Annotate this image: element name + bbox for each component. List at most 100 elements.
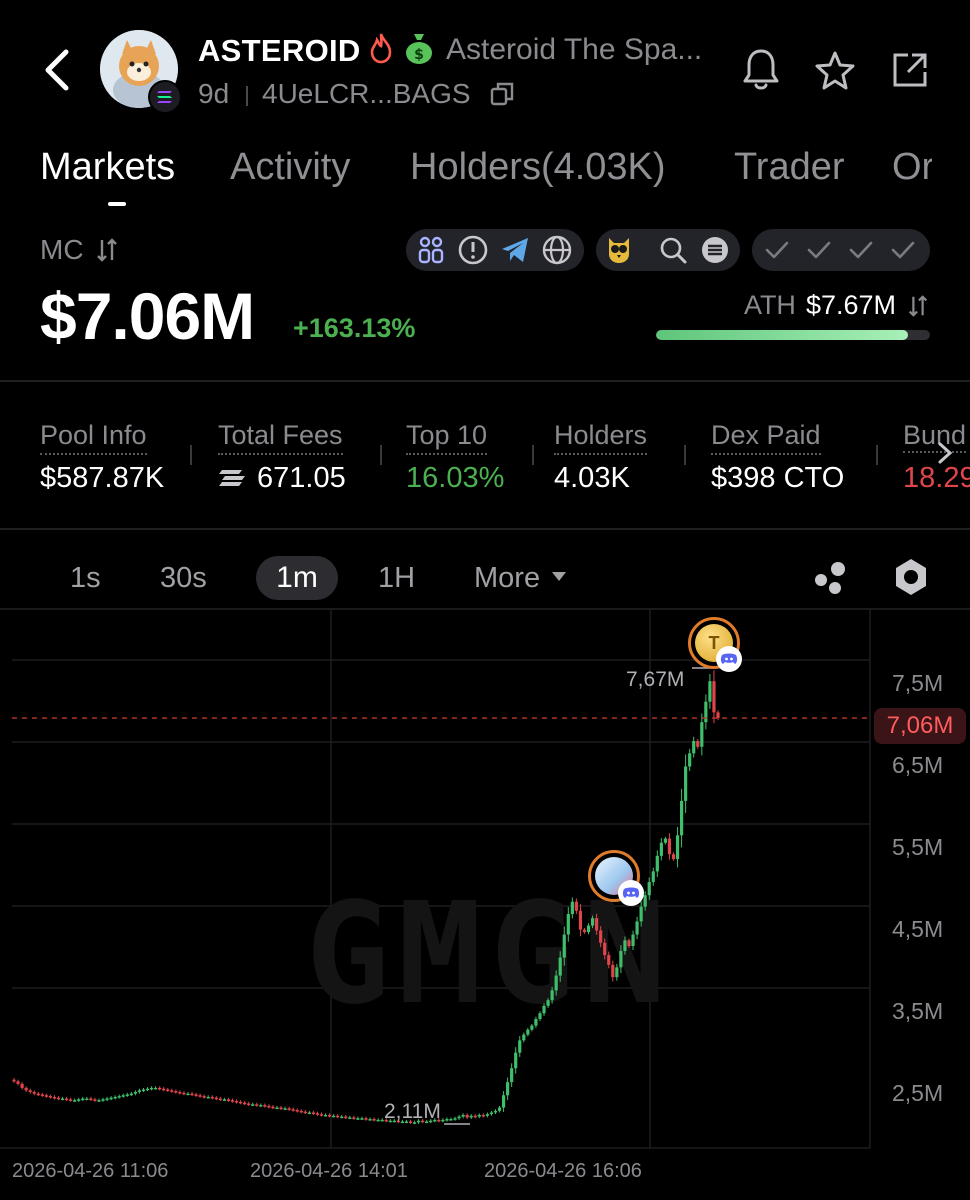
candle-body [619,950,623,968]
candle-body [271,1106,275,1109]
timeframe-1m-selected[interactable]: 1m [256,556,338,600]
candle-body [12,1079,16,1082]
tab-orders[interactable]: Or [892,146,932,192]
candle-body [145,1088,150,1091]
price-chart[interactable]: GMGN [0,610,970,1200]
timeframe-more-label: More [474,561,541,594]
candle-body [449,1119,453,1121]
y-axis-label: 3,5M [892,998,944,1024]
section-divider [0,380,970,382]
candle-body [558,957,562,976]
star-icon[interactable] [814,50,856,92]
share-icon[interactable] [890,50,930,90]
tab-activity[interactable]: Activity [230,146,350,189]
candle-body [489,1112,494,1115]
x-axis-label: 2026-04-26 14:01 [250,1160,408,1182]
candle-body [97,1100,101,1102]
candle-body [154,1087,158,1090]
candle-body [230,1100,235,1102]
candle-body [675,835,680,860]
candle-body [534,1019,538,1026]
candle-body [85,1098,89,1101]
candle-body [679,800,684,836]
discord-badge-icon [716,646,742,672]
candle-body [295,1110,299,1112]
token-fullname: Asteroid The Spa... [446,33,703,66]
indicators-icon[interactable] [810,558,850,598]
timeframe-1h[interactable]: 1H [378,558,415,598]
candle-body [238,1101,243,1104]
candle-body [307,1112,311,1114]
candle-body [526,1029,530,1035]
contract-address[interactable]: 4UeLCR...BAGS [262,78,471,110]
bell-icon[interactable] [740,46,782,92]
candle-body [546,1000,550,1006]
candle-body [121,1095,125,1097]
timeframe-30s[interactable]: 30s [160,558,207,598]
solana-chain-icon [148,80,182,114]
candle-body [327,1114,332,1117]
candle-body [595,918,599,931]
candle-body [319,1114,324,1116]
candle-body [315,1113,320,1115]
candle-body [40,1094,44,1096]
ath-row: ATH $7.67M [744,290,930,321]
candle-body [77,1099,81,1101]
candle-body [186,1093,190,1096]
candle-body [623,940,627,951]
candle-body [659,842,663,856]
owl-icon[interactable] [602,233,636,267]
tab-holders[interactable]: Holders(4.03K) [410,146,666,189]
copy-icon[interactable] [488,80,516,108]
tab-markets[interactable]: Markets [40,146,175,189]
mc-label: MC [40,234,84,265]
candle-body [348,1117,352,1119]
candle-body [44,1095,48,1097]
candle-body [251,1104,255,1106]
stat-label-top-10: Top 10 [406,420,488,455]
candle-body [117,1096,121,1098]
timeframe-1s[interactable]: 1s [70,558,101,598]
check-icon [844,233,878,267]
candle-body [174,1091,178,1093]
candle-body [182,1092,186,1095]
info-alert-icon[interactable] [456,233,490,267]
check-icon [886,233,920,267]
candle-body [73,1100,77,1102]
candle-body [170,1090,174,1092]
telegram-icon[interactable] [498,233,532,267]
candle-body [162,1088,166,1091]
y-axis-label: 4,5M [892,916,944,942]
candle-body [599,930,603,943]
scroll-right-chevron-icon[interactable] [930,438,960,468]
search-icon[interactable] [656,233,690,267]
candle-body [364,1118,368,1120]
website-globe-icon[interactable] [540,233,574,267]
candle-body [340,1116,344,1119]
ath-sort-icon[interactable] [906,293,930,319]
candle-body [109,1097,113,1100]
candle-body [344,1116,348,1119]
stat-value-total-fees: 671.05 [257,462,346,494]
tab-active-indicator [108,202,126,206]
candle-body [243,1102,247,1105]
sort-toggle-icon[interactable] [94,236,120,264]
candle-body [279,1107,283,1110]
current-price-badge: 7,06M [874,708,966,744]
candle-body [493,1110,498,1113]
menu-circle-icon[interactable] [698,233,732,267]
candle-body [275,1107,279,1110]
candle-body [32,1092,36,1094]
ath-progress-track [656,330,930,340]
chart-settings-icon[interactable] [890,556,932,598]
divider [684,445,686,465]
timeframe-more[interactable]: More [474,558,568,598]
candle-body [461,1114,465,1117]
y-axis-label: 7,5M [892,670,944,696]
stat-label-total-fees: Total Fees [218,420,343,455]
back-button[interactable] [38,48,78,92]
candle-body [708,681,712,702]
tab-trader[interactable]: Trader [734,146,845,189]
fire-icon [368,32,394,64]
community-icon[interactable] [414,233,448,267]
